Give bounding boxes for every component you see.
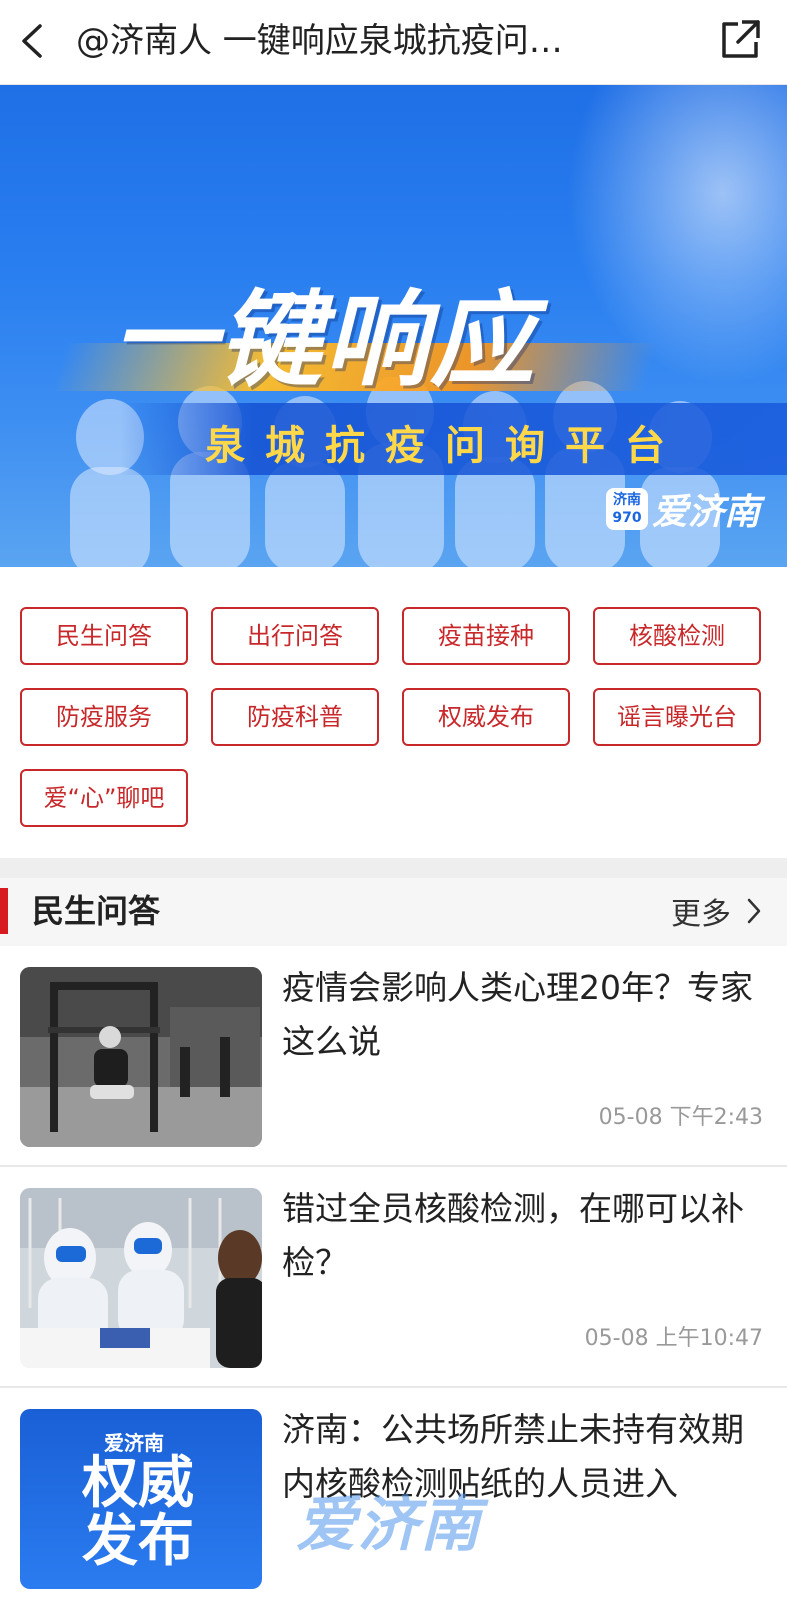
tag-rumor-exposure[interactable]: 谣言曝光台 [593,688,761,746]
logo-badge-top: 济南 [613,492,641,508]
article-thumbnail: 爱济南 权威 发布 [20,1409,262,1589]
back-button[interactable] [14,18,54,64]
section-gap [0,858,787,878]
tag-official-release[interactable]: 权威发布 [402,688,570,746]
article-title: 疫情会影响人类心理20年？专家这么说 [282,968,753,1061]
nucleic-testing-photo-image [20,1188,262,1368]
tag-nucleic-test[interactable]: 核酸检测 [593,607,761,665]
article-title: 错过全员核酸检测，在哪可以补检？ [282,1189,744,1282]
tag-prevention-science[interactable]: 防疫科普 [211,688,379,746]
page-title: @济南人 一键响应泉城抗疫问… [76,21,563,61]
section-header: 民生问答 更多 [0,878,787,946]
banner-title: 一键响应 [112,279,537,401]
divider [0,1165,787,1167]
divider [0,1386,787,1388]
tag-heart-chat[interactable]: 爱“心”聊吧 [20,769,188,827]
hero-banner[interactable]: 一键响应 泉城抗疫问询平台 济南 970 爱济南 [0,85,787,567]
share-button[interactable] [716,16,764,64]
logo-badge: 济南 970 [606,488,648,530]
chevron-left-icon [22,24,42,58]
more-button[interactable]: 更多 [671,888,763,934]
tag-travel-qa[interactable]: 出行问答 [211,607,379,665]
banner-subtitle: 泉城抗疫问询平台 [205,423,685,469]
share-external-icon [722,20,760,58]
article-item[interactable]: 错过全员核酸检测，在哪可以补检？ 05-08 上午10:47 [0,1168,787,1388]
tag-minsheng-qa[interactable]: 民生问答 [20,607,188,665]
article-time: 05-08 上午10:47 [584,1326,763,1351]
article-time: 05-08 下午2:43 [598,1105,763,1130]
tag-vaccination[interactable]: 疫苗接种 [402,607,570,665]
chevron-right-icon [747,898,761,924]
logo-text: 爱济南 [652,492,761,533]
article-thumbnail [20,1188,262,1368]
thumb-line-1: 权威 [82,1451,194,1516]
logo-badge-bottom: 970 [612,510,642,526]
article-thumbnail [20,967,262,1147]
section-marker [0,888,8,934]
article-item[interactable]: 疫情会影响人类心理20年？专家这么说 05-08 下午2:43 [0,947,787,1167]
banner-logo: 济南 970 爱济南 [606,485,760,533]
tag-prevention-service[interactable]: 防疫服务 [20,688,188,746]
thumb-line-2: 发布 [82,1509,194,1574]
more-label: 更多 [671,897,731,932]
brand-watermark: 爱济南 [296,1490,482,1560]
banner-highlight [567,85,787,385]
gym-photo-image [20,967,262,1147]
top-nav-bar: @济南人 一键响应泉城抗疫问… [0,0,787,85]
section-title: 民生问答 [32,892,161,930]
